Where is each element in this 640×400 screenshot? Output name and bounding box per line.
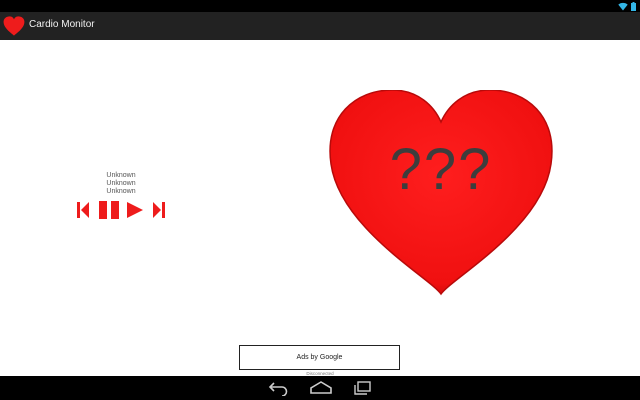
media-controls bbox=[76, 200, 168, 220]
ad-banner[interactable]: Ads by Google bbox=[239, 345, 400, 370]
navigation-bar bbox=[0, 376, 640, 400]
ad-label: Ads by Google bbox=[296, 354, 343, 361]
track-title: Unknown bbox=[106, 172, 136, 179]
skip-next-icon[interactable] bbox=[152, 200, 166, 220]
track-artist: Unknown bbox=[106, 180, 136, 187]
track-album: Unknown bbox=[106, 188, 136, 195]
action-bar: Cardio Monitor bbox=[0, 12, 640, 40]
home-icon[interactable] bbox=[309, 380, 333, 396]
heart-rate-display: ??? bbox=[326, 90, 556, 298]
back-icon[interactable] bbox=[268, 380, 290, 396]
heart-icon[interactable] bbox=[3, 15, 25, 37]
recent-apps-icon[interactable] bbox=[352, 380, 372, 396]
main-content: Unknown Unknown Unknown ??? Ads by Googl… bbox=[0, 40, 640, 376]
wifi-icon bbox=[618, 2, 628, 11]
app-title: Cardio Monitor bbox=[29, 19, 95, 30]
play-icon[interactable] bbox=[126, 200, 144, 220]
battery-icon bbox=[631, 1, 636, 11]
skip-previous-icon[interactable] bbox=[76, 200, 90, 220]
status-bar bbox=[0, 0, 640, 12]
track-info: Unknown Unknown Unknown bbox=[100, 172, 142, 196]
status-icons bbox=[618, 1, 636, 11]
pause-icon[interactable] bbox=[98, 200, 120, 220]
heart-rate-value: ??? bbox=[389, 137, 493, 202]
